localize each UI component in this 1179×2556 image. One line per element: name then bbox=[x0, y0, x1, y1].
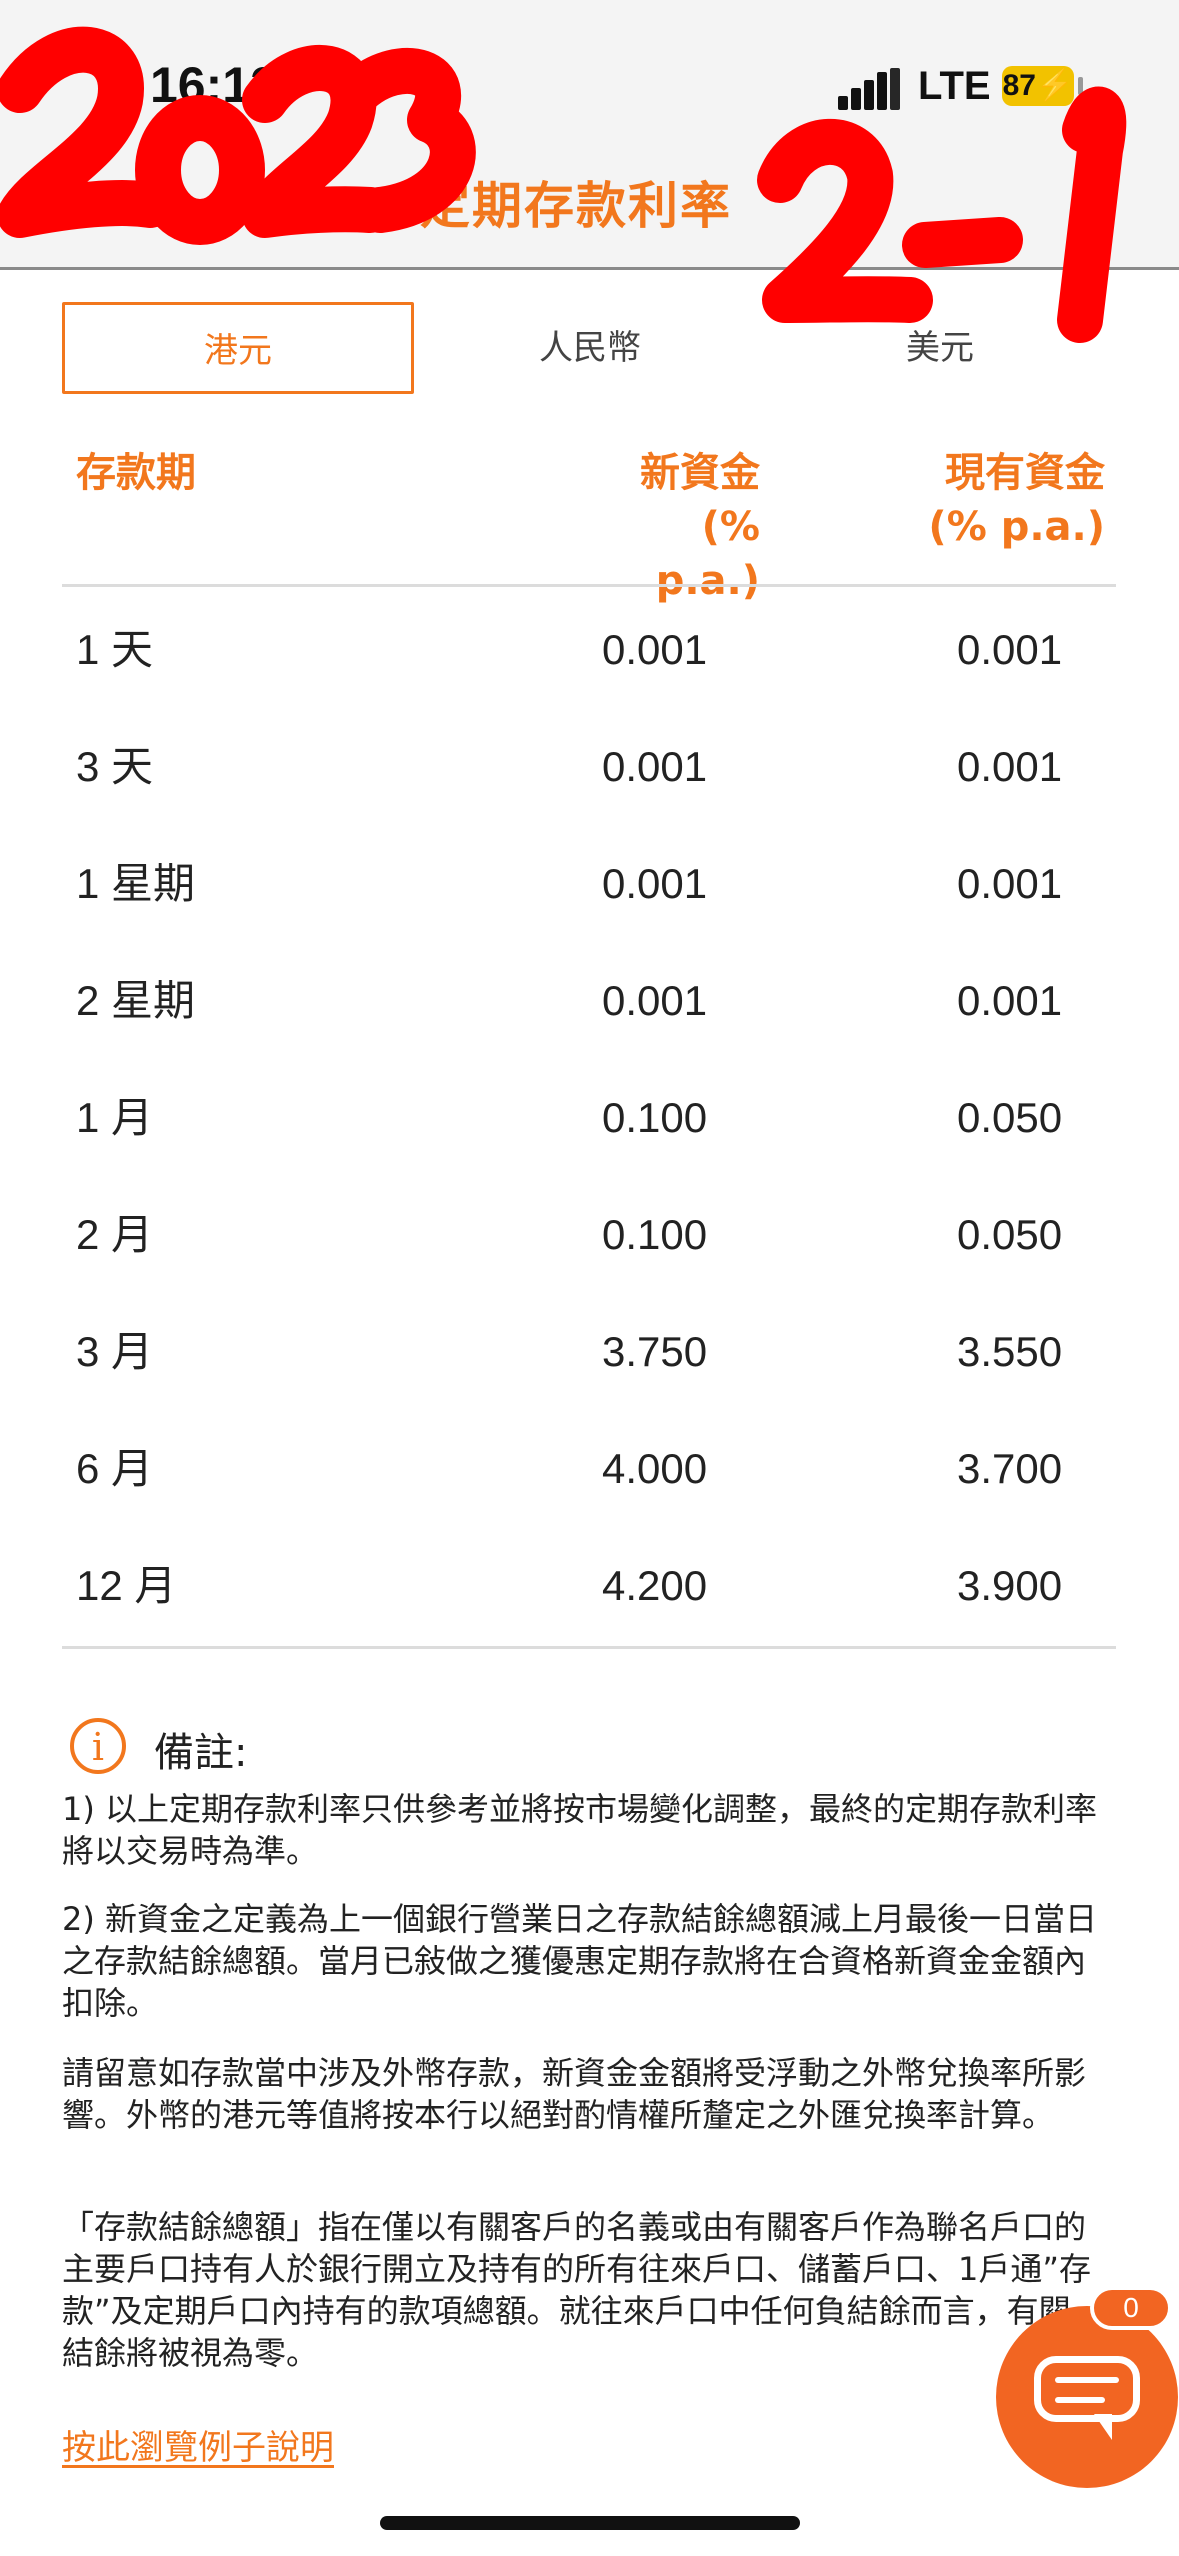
existing-rate-cell: 0.001 bbox=[957, 743, 1063, 790]
new-rate-cell: 0.001 bbox=[602, 860, 708, 907]
battery-level: 87 bbox=[1002, 69, 1036, 102]
term-cell: 3 天 bbox=[76, 743, 154, 790]
table-row: 3 天 0.001 0.001 bbox=[62, 708, 1116, 825]
currency-tabs: 港元 人民幣 美元 bbox=[62, 302, 1116, 398]
table-header-divider bbox=[62, 584, 1116, 587]
new-rate-cell: 0.001 bbox=[602, 977, 708, 1024]
new-rate-cell: 0.100 bbox=[602, 1211, 708, 1258]
existing-funds-label: 現有資金 bbox=[945, 450, 1105, 496]
term-cell: 2 星期 bbox=[76, 977, 196, 1024]
term-cell: 12 月 bbox=[76, 1562, 177, 1609]
table-row: 6 月 4.000 3.700 bbox=[62, 1410, 1116, 1527]
home-indicator[interactable] bbox=[380, 2516, 800, 2530]
table-row: 2 星期 0.001 0.001 bbox=[62, 942, 1116, 1059]
term-cell: 6 月 bbox=[76, 1445, 154, 1492]
new-rate-cell: 4.200 bbox=[602, 1562, 708, 1609]
table-row: 12 月 4.200 3.900 bbox=[62, 1527, 1116, 1644]
info-icon: i bbox=[70, 1718, 126, 1774]
existing-rate-cell: 0.001 bbox=[957, 977, 1063, 1024]
new-rate-cell: 0.100 bbox=[602, 1094, 708, 1141]
table-row: 1 星期 0.001 0.001 bbox=[62, 825, 1116, 942]
note-item: 請留意如存款當中涉及外幣存款，新資金金額將受浮動之外幣兌換率所影響。外幣的港元等… bbox=[62, 2054, 1087, 2134]
new-rate-cell: 4.000 bbox=[602, 1445, 708, 1492]
existing-rate-cell: 3.700 bbox=[957, 1445, 1063, 1492]
table-footer-divider bbox=[62, 1646, 1116, 1649]
tab-usd[interactable]: 美元 bbox=[764, 302, 1116, 394]
term-cell: 1 天 bbox=[76, 626, 154, 673]
term-cell: 1 星期 bbox=[76, 860, 196, 907]
existing-rate-cell: 0.050 bbox=[957, 1094, 1063, 1141]
term-cell: 3 月 bbox=[76, 1328, 154, 1375]
tab-hkd[interactable]: 港元 bbox=[62, 302, 414, 394]
example-explanation-link[interactable]: 按此瀏覽例子說明 bbox=[62, 2420, 334, 2469]
signal-strength-icon bbox=[838, 68, 900, 110]
chat-bubble-tail bbox=[1094, 2414, 1112, 2440]
term-cell: 2 月 bbox=[76, 1211, 154, 1258]
table-row: 1 天 0.001 0.001 bbox=[62, 591, 1116, 708]
tab-rmb[interactable]: 人民幣 bbox=[414, 302, 766, 394]
table-row: 2 月 0.100 0.050 bbox=[62, 1176, 1116, 1293]
status-time: 16:12 bbox=[150, 57, 278, 113]
existing-rate-cell: 0.050 bbox=[957, 1211, 1063, 1258]
existing-rate-cell: 0.001 bbox=[957, 626, 1063, 673]
chat-button[interactable] bbox=[996, 2306, 1178, 2488]
new-rate-cell: 3.750 bbox=[602, 1328, 708, 1375]
battery-indicator: 87⚡ bbox=[1002, 66, 1074, 106]
table-row: 3 月 3.750 3.550 bbox=[62, 1293, 1116, 1410]
new-funds-label: 新資金 bbox=[640, 450, 760, 496]
existing-rate-cell: 3.900 bbox=[957, 1562, 1063, 1609]
new-rate-cell: 0.001 bbox=[602, 626, 708, 673]
chat-unread-badge: 0 bbox=[1090, 2286, 1172, 2330]
column-header-existing-funds: 現有資金 (% p.a.) bbox=[900, 446, 1105, 554]
table-row: 1 月 0.100 0.050 bbox=[62, 1059, 1116, 1176]
note-item: 1) 以上定期存款利率只供參考並將按市場變化調整，最終的定期存款利率將以交易時為… bbox=[62, 1790, 1098, 1870]
battery-tip bbox=[1078, 77, 1083, 95]
notes-title: 備註: bbox=[154, 1730, 248, 1776]
note-item: 「存款結餘總額」指在僅以有關客戶的名義或由有關客戶作為聯名戶口的主要戶口持有人於… bbox=[62, 2208, 1091, 2372]
existing-rate-cell: 0.001 bbox=[957, 860, 1063, 907]
network-type: LTE bbox=[918, 64, 991, 108]
column-header-term: 存款期 bbox=[76, 450, 196, 496]
new-rate-cell: 0.001 bbox=[602, 743, 708, 790]
term-cell: 1 月 bbox=[76, 1094, 154, 1141]
charging-bolt-icon: ⚡ bbox=[1036, 69, 1074, 102]
page-title: 定期存款利率 bbox=[420, 177, 732, 235]
note-item: 2) 新資金之定義為上一個銀行營業日之存款結餘總額減上月最後一日當日之存款結餘總… bbox=[62, 1900, 1098, 2022]
existing-rate-cell: 3.550 bbox=[957, 1328, 1063, 1375]
existing-funds-unit: (% p.a.) bbox=[928, 504, 1105, 550]
chat-bubble-icon bbox=[1034, 2356, 1140, 2422]
